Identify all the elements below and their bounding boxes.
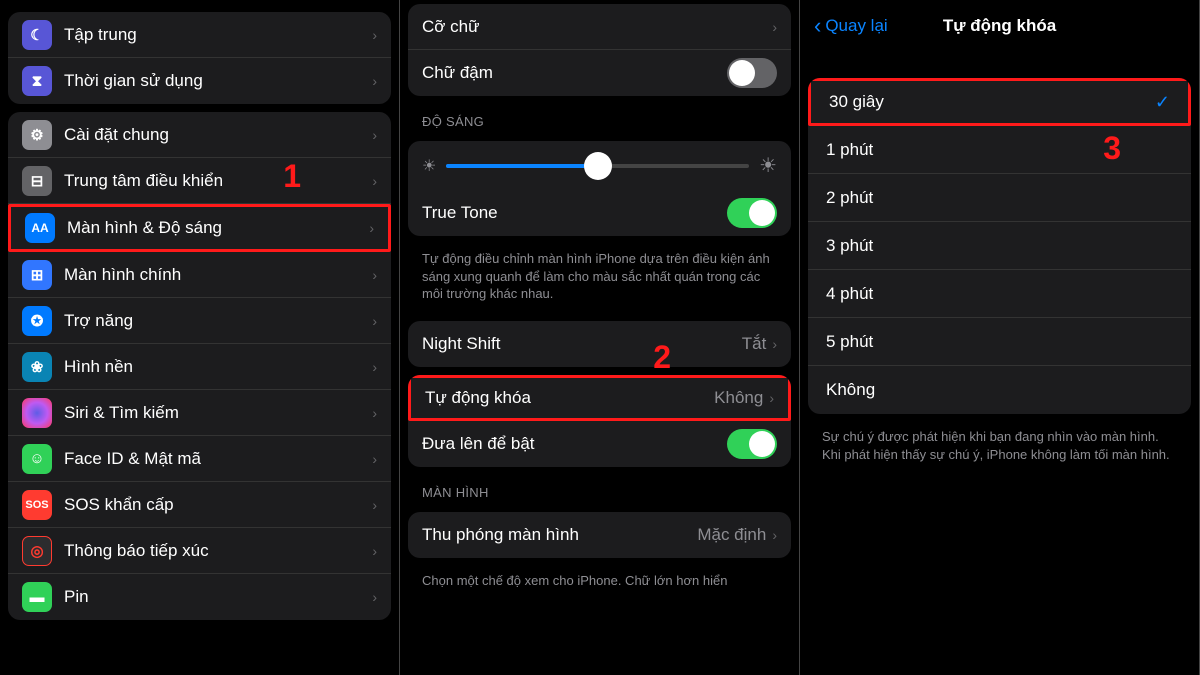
row-auto-lock[interactable]: Tự động khóa Không › xyxy=(408,375,791,421)
option-2m[interactable]: 2 phút xyxy=(808,174,1191,222)
row-label: Thời gian sử dụng xyxy=(64,71,372,91)
brightness-header: ĐỘ SÁNG xyxy=(408,104,791,133)
chevron-right-icon: › xyxy=(772,527,777,543)
row-accessibility[interactable]: ✪ Trợ năng › xyxy=(8,298,391,344)
battery-icon: ▬ xyxy=(22,582,52,612)
chevron-right-icon: › xyxy=(372,313,377,329)
chevron-right-icon: › xyxy=(372,27,377,43)
chevron-right-icon: › xyxy=(372,127,377,143)
chevron-right-icon: › xyxy=(369,220,374,236)
row-battery[interactable]: ▬ Pin › xyxy=(8,574,391,620)
row-control-center[interactable]: ⊟ Trung tâm điều khiển › xyxy=(8,158,391,204)
gear-icon: ⚙ xyxy=(22,120,52,150)
option-30s[interactable]: 30 giây ✓ xyxy=(808,78,1191,126)
hourglass-icon: ⧗ xyxy=(22,66,52,96)
chevron-right-icon: › xyxy=(772,19,777,35)
row-text-size[interactable]: Cỡ chữ › xyxy=(408,4,791,50)
true-tone-toggle[interactable] xyxy=(727,198,777,228)
siri-icon xyxy=(22,398,52,428)
nav-title: Tự động khóa xyxy=(943,16,1056,36)
option-1m[interactable]: 1 phút xyxy=(808,126,1191,174)
check-icon: ✓ xyxy=(1155,92,1170,113)
settings-root-panel: ☾ Tập trung › ⧗ Thời gian sử dụng › 1 ⚙ … xyxy=(0,0,400,675)
text-size-icon: AA xyxy=(25,213,55,243)
auto-lock-panel: ‹ Quay lại Tự động khóa 3 30 giây ✓ 1 ph… xyxy=(800,0,1200,675)
navbar: ‹ Quay lại Tự động khóa xyxy=(808,4,1191,48)
flower-icon: ❀ xyxy=(22,352,52,382)
moon-icon: ☾ xyxy=(22,20,52,50)
display-settings-panel: Cỡ chữ › Chữ đậm ĐỘ SÁNG ☀ ☀ True Tone T… xyxy=(400,0,800,675)
chevron-right-icon: › xyxy=(372,405,377,421)
step-annotation-3: 3 xyxy=(1103,130,1121,167)
brightness-slider[interactable] xyxy=(446,164,749,168)
row-bold-text[interactable]: Chữ đậm xyxy=(408,50,791,96)
grid-icon: ⊞ xyxy=(22,260,52,290)
true-tone-footnote: Tự động điều chỉnh màn hình iPhone dựa t… xyxy=(408,244,791,313)
row-night-shift[interactable]: Night Shift Tắt › xyxy=(408,321,791,367)
bold-text-toggle[interactable] xyxy=(727,58,777,88)
chevron-right-icon: › xyxy=(372,543,377,559)
chevron-right-icon: › xyxy=(772,336,777,352)
row-label: Tập trung xyxy=(64,25,372,45)
chevron-right-icon: › xyxy=(372,589,377,605)
step-annotation-2: 2 xyxy=(653,339,671,376)
sun-dim-icon: ☀ xyxy=(422,156,436,176)
row-sos[interactable]: SOS SOS khẩn cấp › xyxy=(8,482,391,528)
chevron-right-icon: › xyxy=(372,497,377,513)
faceid-icon: ☺ xyxy=(22,444,52,474)
chevron-right-icon: › xyxy=(372,173,377,189)
row-general[interactable]: ⚙ Cài đặt chung › xyxy=(8,112,391,158)
option-3m[interactable]: 3 phút xyxy=(808,222,1191,270)
chevron-left-icon: ‹ xyxy=(814,13,821,39)
chevron-right-icon: › xyxy=(372,451,377,467)
auto-lock-footnote: Sự chú ý được phát hiện khi bạn đang nhì… xyxy=(808,422,1191,473)
row-display-brightness[interactable]: AA Màn hình & Độ sáng › xyxy=(8,204,391,252)
chevron-right-icon: › xyxy=(372,267,377,283)
sos-icon: SOS xyxy=(22,490,52,520)
chevron-right-icon: › xyxy=(372,73,377,89)
zoom-footnote: Chọn một chế độ xem cho iPhone. Chữ lớn … xyxy=(408,566,791,600)
exposure-icon: ◎ xyxy=(22,536,52,566)
option-4m[interactable]: 4 phút xyxy=(808,270,1191,318)
row-wallpaper[interactable]: ❀ Hình nền › xyxy=(8,344,391,390)
sun-bright-icon: ☀ xyxy=(759,153,777,178)
row-true-tone[interactable]: True Tone xyxy=(408,190,791,236)
chevron-right-icon: › xyxy=(769,390,774,406)
step-annotation-1: 1 xyxy=(283,158,301,195)
row-exposure[interactable]: ◎ Thông báo tiếp xúc › xyxy=(8,528,391,574)
display-header: MÀN HÌNH xyxy=(408,475,791,504)
brightness-slider-row[interactable]: ☀ ☀ xyxy=(408,141,791,190)
raise-wake-toggle[interactable] xyxy=(727,429,777,459)
option-5m[interactable]: 5 phút xyxy=(808,318,1191,366)
row-home-screen[interactable]: ⊞ Màn hình chính › xyxy=(8,252,391,298)
row-focus[interactable]: ☾ Tập trung › xyxy=(8,12,391,58)
switches-icon: ⊟ xyxy=(22,166,52,196)
row-screentime[interactable]: ⧗ Thời gian sử dụng › xyxy=(8,58,391,104)
group-focus: ☾ Tập trung › ⧗ Thời gian sử dụng › xyxy=(8,12,391,104)
row-display-zoom[interactable]: Thu phóng màn hình Mặc định › xyxy=(408,512,791,558)
group-lock: Tự động khóa Không › Đưa lên để bật xyxy=(408,375,791,467)
accessibility-icon: ✪ xyxy=(22,306,52,336)
group-general: 1 ⚙ Cài đặt chung › ⊟ Trung tâm điều khi… xyxy=(8,112,391,620)
chevron-right-icon: › xyxy=(372,359,377,375)
option-never[interactable]: Không xyxy=(808,366,1191,414)
row-faceid[interactable]: ☺ Face ID & Mật mã › xyxy=(8,436,391,482)
group-zoom: Thu phóng màn hình Mặc định › xyxy=(408,512,791,558)
group-night-shift: Night Shift Tắt › xyxy=(408,321,791,367)
group-brightness: ☀ ☀ True Tone xyxy=(408,141,791,236)
auto-lock-options: 30 giây ✓ 1 phút 2 phút 3 phút 4 phút 5 … xyxy=(808,78,1191,414)
row-siri[interactable]: Siri & Tìm kiếm › xyxy=(8,390,391,436)
back-button[interactable]: ‹ Quay lại xyxy=(814,13,888,39)
group-text: Cỡ chữ › Chữ đậm xyxy=(408,4,791,96)
row-raise-wake[interactable]: Đưa lên để bật xyxy=(408,421,791,467)
